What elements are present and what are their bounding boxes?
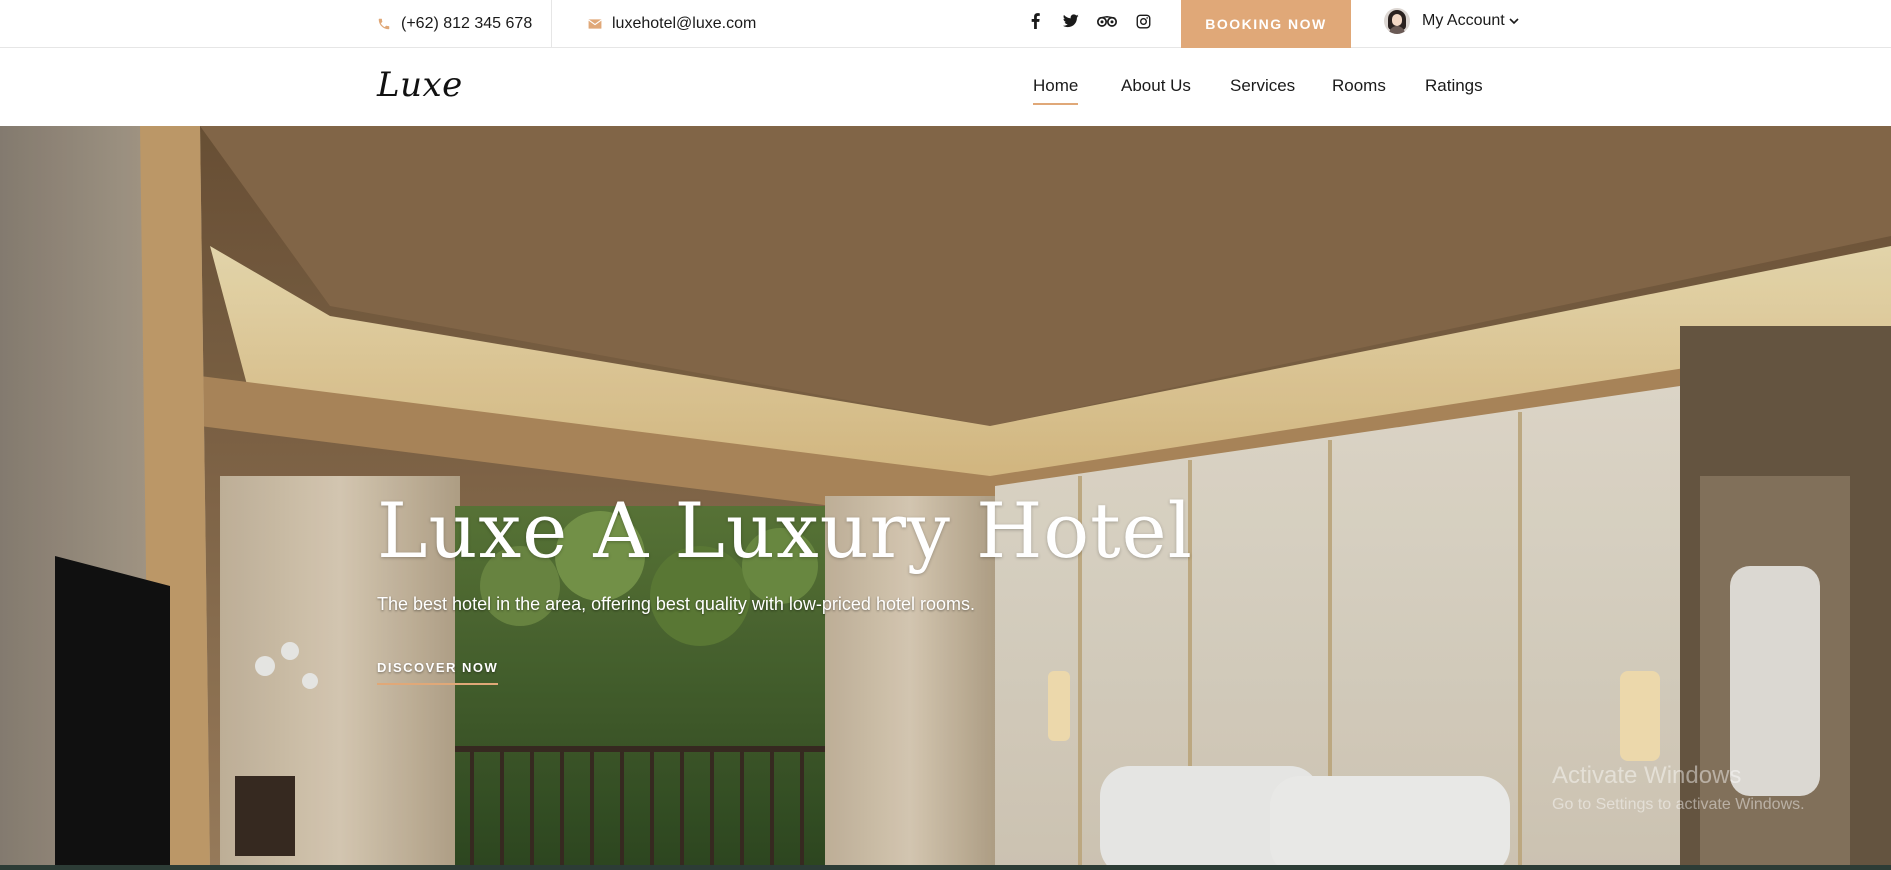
nav-about-us[interactable]: About Us [1121, 76, 1191, 96]
nav-home[interactable]: Home [1033, 76, 1079, 105]
email-contact[interactable]: luxehotel@luxe.com [588, 0, 756, 48]
booking-now-button[interactable]: BOOKING NOW [1181, 0, 1351, 48]
account-label: My Account [1422, 12, 1505, 29]
site-logo[interactable]: Luxe [377, 65, 463, 105]
activate-windows-subtitle: Go to Settings to activate Windows. [1552, 796, 1805, 813]
main-navbar: Luxe Home About Us Services Rooms Rating… [0, 48, 1891, 126]
phone-number: (+62) 812 345 678 [401, 15, 533, 32]
nav-ratings[interactable]: Ratings [1425, 76, 1483, 96]
phone-contact[interactable]: (+62) 812 345 678 [377, 0, 532, 48]
bottom-strip [0, 865, 1891, 870]
activate-windows-title: Activate Windows [1552, 762, 1742, 789]
chevron-down-icon [1509, 17, 1519, 25]
top-bar: (+62) 812 345 678 luxehotel@luxe.com BOO… [0, 0, 1891, 48]
envelope-icon [588, 17, 602, 31]
discover-now-button[interactable]: DISCOVER NOW [377, 660, 499, 685]
twitter-icon[interactable] [1061, 11, 1081, 31]
email-address: luxehotel@luxe.com [612, 15, 757, 32]
hero-title: Luxe A Luxury Hotel [377, 486, 1193, 575]
avatar [1384, 8, 1410, 34]
nav-rooms[interactable]: Rooms [1332, 76, 1386, 96]
tripadvisor-icon[interactable] [1097, 11, 1117, 31]
hero-subtitle: The best hotel in the area, offering bes… [377, 594, 975, 614]
topbar-divider [551, 0, 552, 48]
hero-section: Luxe A Luxury Hotel The best hotel in th… [0, 126, 1891, 870]
facebook-icon[interactable] [1025, 11, 1045, 31]
my-account-menu[interactable]: My Account [1384, 0, 1519, 42]
phone-icon [377, 17, 391, 31]
instagram-icon[interactable] [1133, 11, 1153, 31]
social-links [1025, 0, 1169, 42]
nav-services[interactable]: Services [1230, 76, 1295, 96]
